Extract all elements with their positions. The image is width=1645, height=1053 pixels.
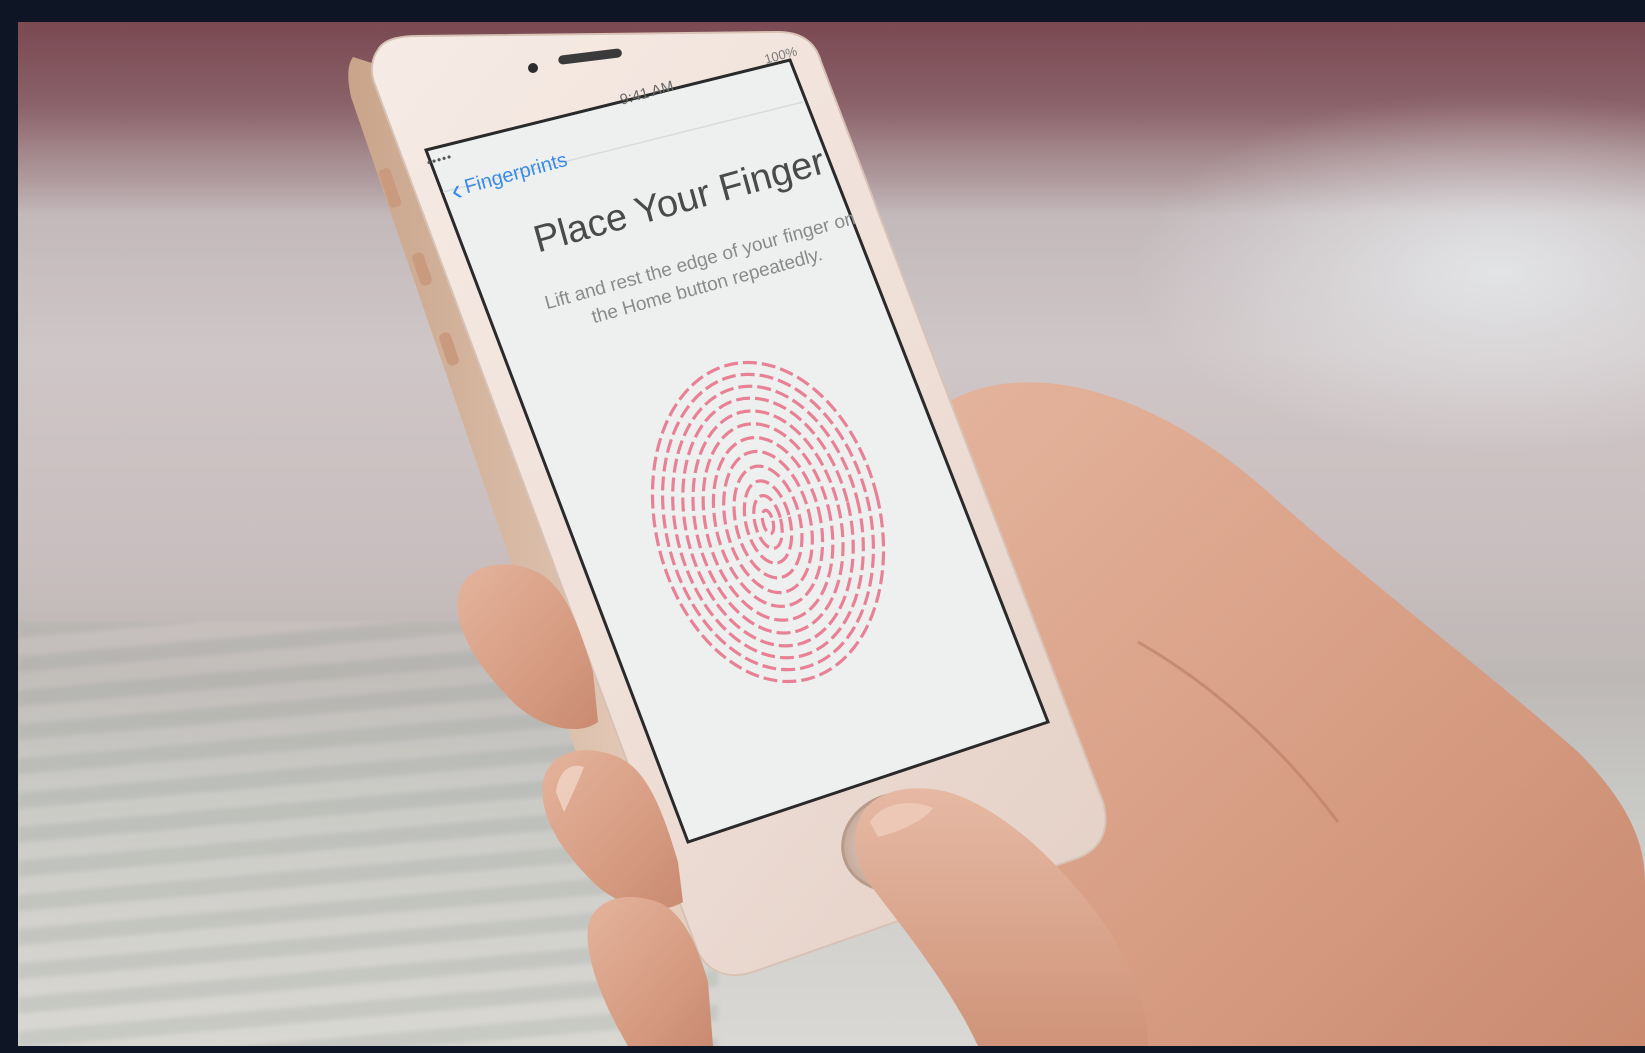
image-frame: ••••• 9:41 AM 100% ‹ Fingerprints Place … bbox=[0, 0, 1645, 1053]
phone-and-hand bbox=[348, 30, 1645, 1046]
photo: ••••• 9:41 AM 100% ‹ Fingerprints Place … bbox=[18, 22, 1645, 1046]
front-camera bbox=[528, 63, 538, 73]
